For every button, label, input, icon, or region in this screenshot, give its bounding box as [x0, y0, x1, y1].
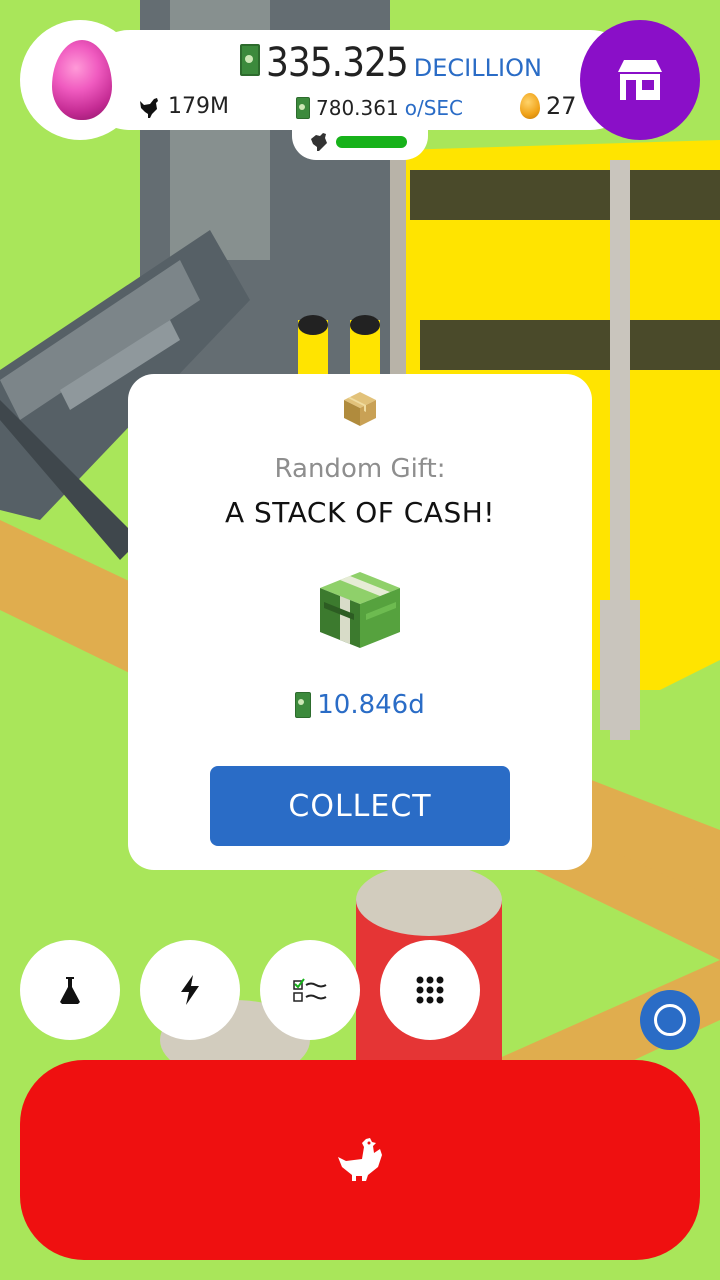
earnings-rate: 780.361 o/SEC: [296, 96, 463, 120]
menu-button[interactable]: [380, 940, 480, 1040]
chicken-count: 179M: [168, 94, 229, 119]
cash-icon: [295, 692, 312, 718]
cash-stack-icon: [320, 572, 400, 648]
hatchery-progress-bar: [336, 136, 407, 148]
top-hud: 335.325 DECILLION 179M 780.361 o/SEC 27: [20, 20, 640, 140]
golden-egg-counter: 27: [520, 92, 577, 120]
current-egg-button[interactable]: [20, 20, 140, 140]
earnings-rate-unit: o/SEC: [404, 96, 463, 120]
chicken-icon: [338, 1138, 382, 1181]
research-icon: [60, 977, 80, 1004]
collect-button[interactable]: COLLECT: [210, 766, 510, 846]
gift-box-icon: [344, 392, 376, 426]
cash-icon: [296, 97, 310, 119]
cash-icon: [240, 44, 260, 76]
pink-egg-icon: [52, 40, 112, 120]
golden-egg-icon: [520, 93, 540, 119]
gift-dialog: Random Gift: A STACK OF CASH! 10.846d CO…: [128, 374, 592, 870]
reward-value: 10.846d: [317, 690, 425, 720]
missions-icon: [293, 978, 327, 1002]
golden-egg-count: 27: [546, 92, 577, 120]
chick-icon: [311, 133, 327, 151]
cash-total: 335.325 DECILLION: [240, 40, 542, 86]
camera-toggle-button[interactable]: [640, 990, 700, 1050]
gift-title: A STACK OF CASH!: [224, 496, 496, 529]
missions-button[interactable]: [260, 940, 360, 1040]
reward-amount: 10.846d: [128, 690, 592, 720]
boost-button[interactable]: [140, 940, 240, 1040]
hatch-chicken-button[interactable]: [20, 1060, 700, 1260]
boost-icon: [181, 975, 199, 1005]
cash-unit: DECILLION: [413, 54, 542, 82]
chicken-icon: [140, 97, 158, 118]
earnings-rate-value: 780.361: [316, 96, 399, 120]
chicken-population: 179M: [136, 94, 229, 119]
gift-label: Random Gift:: [274, 454, 446, 484]
cash-value: 335.325: [266, 40, 409, 86]
shop-icon: [618, 60, 662, 100]
hatchery-meter: [292, 120, 428, 160]
menu-grid-icon: [416, 976, 444, 1004]
research-button[interactable]: [20, 940, 120, 1040]
shop-button[interactable]: [580, 20, 700, 140]
